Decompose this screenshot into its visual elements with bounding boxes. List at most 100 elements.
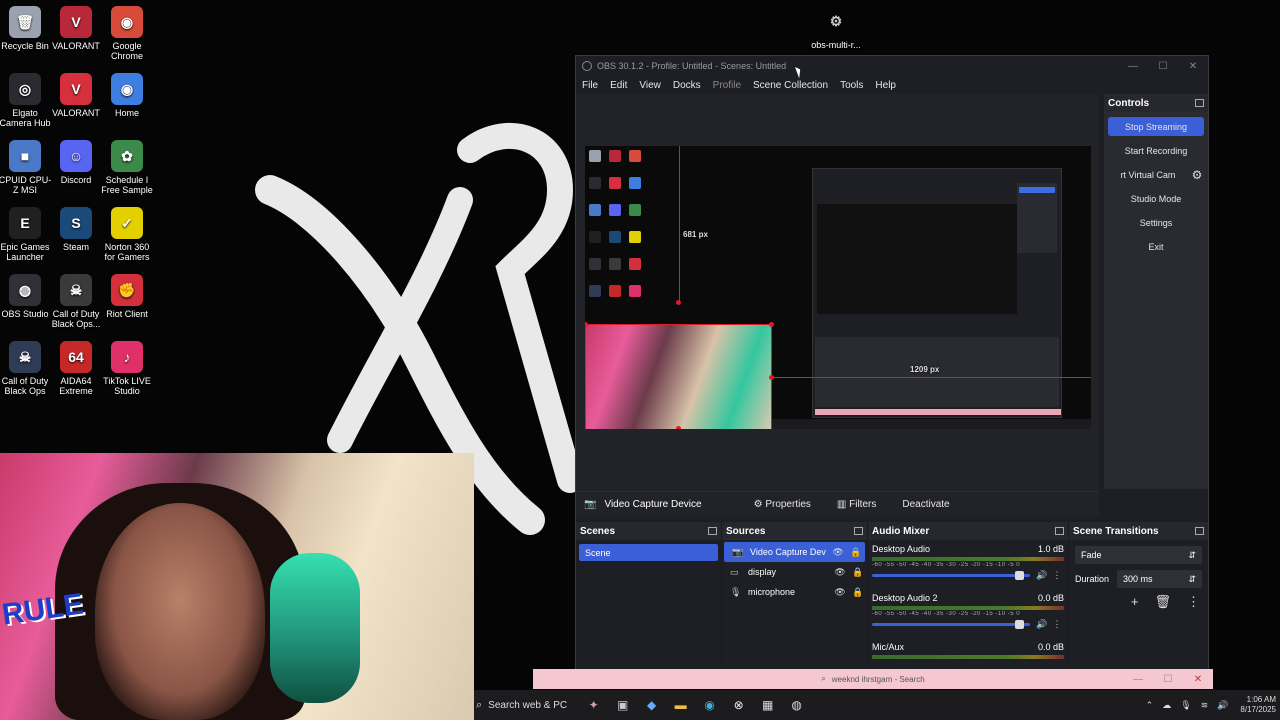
visibility-eye-icon[interactable]: 👁 — [831, 567, 849, 578]
undock-icon[interactable] — [1055, 527, 1064, 535]
menu-file[interactable]: File — [582, 80, 598, 91]
desktop-icon-steam[interactable]: S Steam — [48, 207, 104, 252]
desktop-icon-tiktok-live-studio[interactable]: ♪ TikTok LIVE Studio — [99, 341, 155, 396]
source-item[interactable]: 🎙 microphone 👁 🔒 — [722, 582, 867, 602]
obs-titlebar[interactable]: OBS 30.1.2 - Profile: Untitled - Scenes:… — [576, 56, 1208, 76]
minimize-button[interactable]: — — [1123, 674, 1153, 685]
resize-handle[interactable] — [769, 322, 774, 327]
taskbar-search[interactable]: ⌕ Search web & PC — [476, 699, 567, 712]
start-recording-button[interactable]: Start Recording — [1108, 141, 1204, 160]
menu-tools[interactable]: Tools — [840, 80, 863, 91]
more-options-icon[interactable]: ⋮ — [1050, 570, 1064, 581]
more-options-icon[interactable]: ⋮ — [1187, 594, 1200, 610]
undock-icon[interactable] — [708, 527, 717, 535]
close-button[interactable]: ✕ — [1178, 61, 1208, 72]
desktop-icon-aida64-extreme[interactable]: 64 AIDA64 Extreme — [48, 341, 104, 396]
settings-button[interactable]: Settings — [1108, 213, 1204, 232]
filters-button[interactable]: ▥ Filters — [829, 496, 884, 513]
transition-select[interactable]: Fade ⇵ — [1075, 546, 1202, 564]
selected-source-video-capture[interactable] — [585, 324, 772, 429]
speaker-icon[interactable]: 🔊 — [1034, 570, 1050, 581]
program-preview[interactable]: 681 px 1209 px — [585, 146, 1091, 429]
search-window-title: weeknd ihrstgam - Search — [831, 674, 925, 684]
desktop-icon-cpuid-cpu-z-msi[interactable]: ■ CPUID CPU-Z MSI — [0, 140, 53, 195]
desktop-icon-call-of-duty-black-ops[interactable]: ☠ Call of Duty Black Ops... — [48, 274, 104, 329]
desktop-icon-obs-studio[interactable]: ◍ OBS Studio — [0, 274, 53, 319]
undock-icon[interactable] — [1195, 99, 1204, 107]
close-button[interactable]: ✕ — [1183, 674, 1213, 685]
virtual-camera-button[interactable]: rt Virtual Cam — [1108, 165, 1188, 184]
desktop-icon-home[interactable]: ◉ Home — [99, 73, 155, 118]
clock[interactable]: 1:06 AM 8/17/2025 — [1240, 695, 1276, 715]
edge-icon[interactable]: ◉ — [695, 695, 724, 715]
lock-icon[interactable]: 🔒 — [849, 567, 867, 578]
channel-name: Mic/Aux — [872, 642, 905, 652]
desktop-icon-epic-games-launcher[interactable]: E Epic Games Launcher — [0, 207, 53, 262]
file-explorer-icon[interactable]: ▬ — [666, 695, 695, 715]
studio-mode-button[interactable]: Studio Mode — [1108, 189, 1204, 208]
undock-icon[interactable] — [1195, 527, 1204, 535]
copilot-icon[interactable]: ✦ — [579, 695, 608, 715]
desktop-icon-elgato-camera-hub[interactable]: ◎ Elgato Camera Hub — [0, 73, 53, 128]
stop-streaming-button[interactable]: Stop Streaming — [1108, 117, 1204, 136]
lock-icon[interactable]: 🔒 — [847, 547, 865, 558]
call-of-duty-black-ops-icon: ☠ — [9, 341, 41, 373]
obs-taskbar-icon[interactable]: ◍ — [782, 695, 811, 715]
desktop-icon-schedule-i-free-sample[interactable]: ✿ Schedule I Free Sample — [99, 140, 155, 195]
maximize-button[interactable]: ☐ — [1153, 674, 1183, 685]
browser-search-window[interactable]: ⌕ weeknd ihrstgam - Search — ☐ ✕ — [533, 669, 1213, 689]
desktop-icon-valorant[interactable]: V VALORANT — [48, 6, 104, 51]
deactivate-button[interactable]: Deactivate — [894, 496, 957, 513]
desktop-icon-obs-multi-rtmp[interactable]: ⚙ obs-multi-r... — [808, 5, 864, 50]
desktop-icon-google-chrome[interactable]: ◉ Google Chrome — [99, 6, 155, 61]
dock-title: Sources — [726, 525, 766, 537]
desktop-icon-discord[interactable]: ☺ Discord — [48, 140, 104, 185]
menu-help[interactable]: Help — [875, 80, 896, 91]
delete-transition-icon[interactable]: 🗑 — [1154, 594, 1171, 610]
obs-window[interactable]: OBS 30.1.2 - Profile: Untitled - Scenes:… — [575, 55, 1209, 670]
menu-edit[interactable]: Edit — [610, 80, 627, 91]
resize-handle[interactable] — [769, 375, 774, 380]
guide-handle — [676, 300, 681, 305]
preview-mini-icon — [589, 231, 601, 243]
task-view-icon[interactable]: ▣ — [608, 695, 637, 715]
desktop-icon-valorant[interactable]: V VALORANT — [48, 73, 104, 118]
source-item[interactable]: 📷 Video Capture Dev 👁 🔒 — [724, 542, 865, 562]
add-transition-icon[interactable]: + — [1131, 594, 1139, 610]
resize-handle[interactable] — [676, 426, 681, 429]
guide-line-horizontal — [771, 377, 1091, 378]
desktop-icon-norton-360-for-gamers[interactable]: ✓ Norton 360 for Gamers — [99, 207, 155, 262]
volume-slider[interactable] — [872, 571, 1030, 580]
scene-item[interactable]: Scene — [579, 544, 718, 561]
microphone-tray-icon[interactable]: 🎙 — [1180, 700, 1191, 711]
menu-scene-collection[interactable]: Scene Collection — [753, 80, 828, 91]
desktop-icon-call-of-duty-black-ops[interactable]: ☠ Call of Duty Black Ops — [0, 341, 53, 396]
desktop-icon-riot-client[interactable]: ✊ Riot Client — [99, 274, 155, 319]
undock-icon[interactable] — [854, 527, 863, 535]
menu-docks[interactable]: Docks — [673, 80, 701, 91]
maximize-button[interactable]: ☐ — [1148, 61, 1178, 72]
chevron-up-icon[interactable]: ⌃ — [1146, 700, 1154, 711]
desktop-icon-recycle-bin[interactable]: 🗑 Recycle Bin — [0, 6, 53, 51]
virtual-camera-settings-gear-icon[interactable]: ⚙ — [1190, 168, 1204, 182]
volume-slider[interactable] — [872, 620, 1030, 629]
visibility-eye-icon[interactable]: 👁 — [829, 547, 847, 558]
minimize-button[interactable]: — — [1118, 61, 1148, 72]
source-item[interactable]: ▭ display 👁 🔒 — [722, 562, 867, 582]
tray-app-icon[interactable]: ☁ — [1162, 700, 1171, 711]
copilot-app-icon[interactable]: ◆ — [637, 695, 666, 715]
duration-input[interactable]: 300 ms ⇵ — [1117, 570, 1202, 588]
network-icon[interactable]: ≋ — [1201, 700, 1209, 711]
properties-button[interactable]: ⚙ Properties — [746, 496, 819, 513]
microsoft-store-icon[interactable]: ▦ — [753, 695, 782, 715]
visibility-eye-icon[interactable]: 👁 — [831, 587, 849, 598]
xbox-icon[interactable]: ⊗ — [724, 695, 753, 715]
cpuid-cpu-z-msi-icon: ■ — [9, 140, 41, 172]
exit-button[interactable]: Exit — [1108, 237, 1204, 256]
lock-icon[interactable]: 🔒 — [849, 587, 867, 598]
more-options-icon[interactable]: ⋮ — [1050, 619, 1064, 630]
menu-view[interactable]: View — [639, 80, 661, 91]
volume-icon[interactable]: 🔊 — [1217, 700, 1228, 711]
speaker-icon[interactable]: 🔊 — [1034, 619, 1050, 630]
menu-profile[interactable]: Profile — [713, 80, 741, 91]
